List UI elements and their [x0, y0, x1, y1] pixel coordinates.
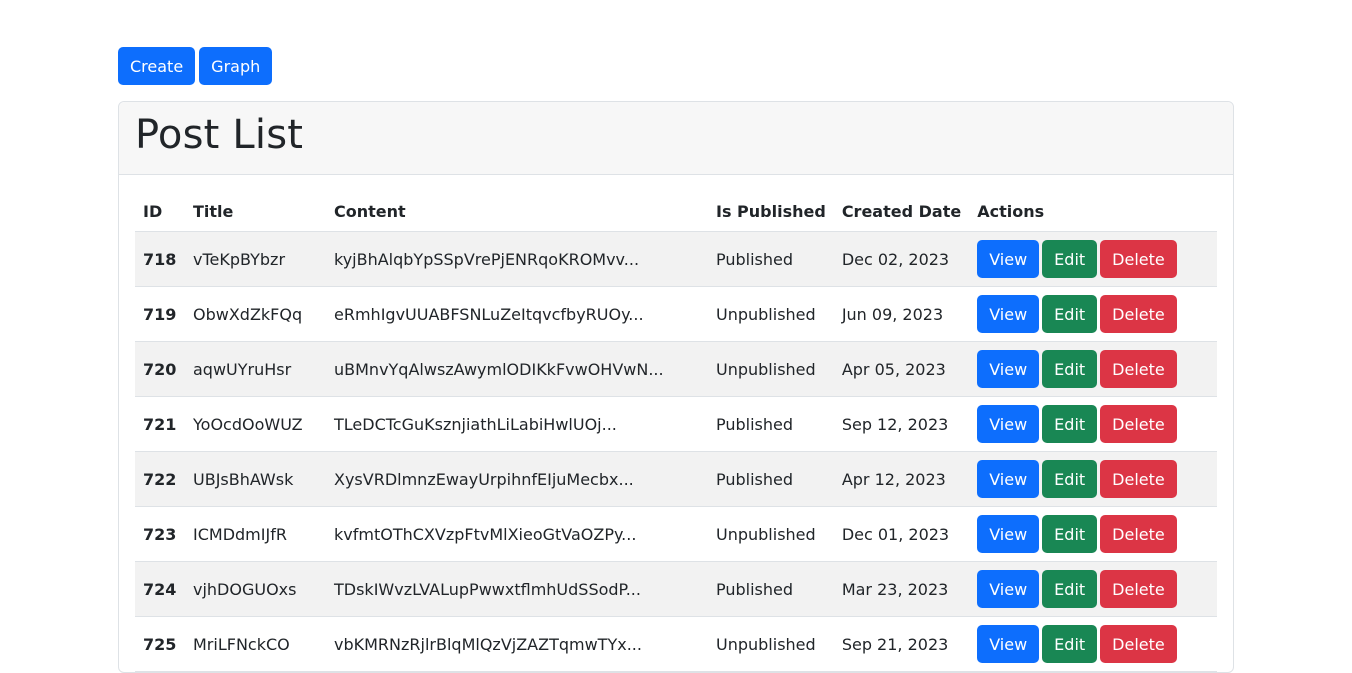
- table-row: 720 aqwUYruHsr uBMnvYqAlwszAwymlODIKkFvw…: [135, 341, 1217, 397]
- edit-button[interactable]: Edit: [1042, 515, 1098, 553]
- view-button[interactable]: View: [977, 240, 1040, 278]
- delete-button[interactable]: Delete: [1100, 625, 1177, 663]
- cell-status: Published: [708, 231, 834, 287]
- cell-actions: View Edit Delete: [969, 286, 1217, 342]
- header-actions: Actions: [969, 191, 1217, 232]
- cell-actions: View Edit Delete: [969, 451, 1217, 507]
- graph-button[interactable]: Graph: [199, 47, 273, 85]
- delete-button[interactable]: Delete: [1100, 295, 1177, 333]
- cell-title: UBJsBhAWsk: [185, 451, 326, 507]
- card-body: ID Title Content Is Published Created Da…: [119, 175, 1233, 672]
- cell-created-date: Dec 02, 2023: [833, 231, 970, 287]
- cell-title: YoOcdOoWUZ: [185, 396, 326, 452]
- delete-button[interactable]: Delete: [1100, 460, 1177, 498]
- cell-created-date: Dec 01, 2023: [833, 506, 970, 562]
- cell-actions: View Edit Delete: [969, 231, 1217, 287]
- cell-content: TLeDCTcGuKsznjiathLiLabiHwlUOj...: [326, 396, 708, 452]
- cell-status: Unpublished: [708, 506, 834, 562]
- edit-button[interactable]: Edit: [1042, 240, 1098, 278]
- header-id: ID: [135, 191, 185, 232]
- table-row: 718 vTeKpBYbzr kyjBhAlqbYpSSpVrePjENRqoK…: [135, 231, 1217, 287]
- cell-content: TDskIWvzLVALupPwwxtflmhUdSSodP...: [326, 561, 708, 617]
- table-row: 725 MriLFNckCO vbKMRNzRjlrBlqMlQzVjZAZTq…: [135, 616, 1217, 672]
- cell-title: vTeKpBYbzr: [185, 231, 326, 287]
- table-row: 721 YoOcdOoWUZ TLeDCTcGuKsznjiathLiLabiH…: [135, 396, 1217, 452]
- cell-actions: View Edit Delete: [969, 616, 1217, 672]
- view-button[interactable]: View: [977, 460, 1040, 498]
- cell-status: Published: [708, 396, 834, 452]
- cell-id: 723: [135, 506, 185, 562]
- cell-id: 719: [135, 286, 185, 342]
- cell-content: kyjBhAlqbYpSSpVrePjENRqoKROMvv...: [326, 231, 708, 287]
- cell-actions: View Edit Delete: [969, 506, 1217, 562]
- cell-id: 720: [135, 341, 185, 397]
- edit-button[interactable]: Edit: [1042, 570, 1098, 608]
- cell-created-date: Sep 12, 2023: [833, 396, 970, 452]
- cell-content: XysVRDlmnzEwayUrpihnfEIjuMecbx...: [326, 451, 708, 507]
- top-toolbar: Create Graph: [118, 47, 1234, 85]
- cell-content: uBMnvYqAlwszAwymlODIKkFvwOHVwN...: [326, 341, 708, 397]
- post-list-card: Post List ID Title Content Is Published …: [118, 101, 1234, 673]
- delete-button[interactable]: Delete: [1100, 405, 1177, 443]
- cell-actions: View Edit Delete: [969, 341, 1217, 397]
- cell-id: 722: [135, 451, 185, 507]
- view-button[interactable]: View: [977, 570, 1040, 608]
- cell-title: ObwXdZkFQq: [185, 286, 326, 342]
- edit-button[interactable]: Edit: [1042, 625, 1098, 663]
- cell-content: kvfmtOThCXVzpFtvMlXieoGtVaOZPy...: [326, 506, 708, 562]
- table-header-row: ID Title Content Is Published Created Da…: [135, 191, 1217, 232]
- delete-button[interactable]: Delete: [1100, 570, 1177, 608]
- edit-button[interactable]: Edit: [1042, 405, 1098, 443]
- header-title: Title: [185, 191, 326, 232]
- view-button[interactable]: View: [977, 405, 1040, 443]
- view-button[interactable]: View: [977, 625, 1040, 663]
- cell-created-date: Sep 21, 2023: [833, 616, 970, 672]
- delete-button[interactable]: Delete: [1100, 515, 1177, 553]
- cell-actions: View Edit Delete: [969, 561, 1217, 617]
- table-row: 719 ObwXdZkFQq eRmhIgvUUABFSNLuZeItqvcfb…: [135, 286, 1217, 342]
- cell-id: 718: [135, 231, 185, 287]
- cell-title: vjhDOGUOxs: [185, 561, 326, 617]
- cell-status: Published: [708, 561, 834, 617]
- table-row: 722 UBJsBhAWsk XysVRDlmnzEwayUrpihnfEIju…: [135, 451, 1217, 507]
- view-button[interactable]: View: [977, 295, 1040, 333]
- create-button[interactable]: Create: [118, 47, 196, 85]
- cell-title: aqwUYruHsr: [185, 341, 326, 397]
- header-is-published: Is Published: [708, 191, 834, 232]
- edit-button[interactable]: Edit: [1042, 295, 1098, 333]
- cell-id: 721: [135, 396, 185, 452]
- edit-button[interactable]: Edit: [1042, 460, 1098, 498]
- cell-status: Unpublished: [708, 616, 834, 672]
- header-created-date: Created Date: [833, 191, 970, 232]
- table-body: 718 vTeKpBYbzr kyjBhAlqbYpSSpVrePjENRqoK…: [135, 231, 1217, 672]
- table-row: 724 vjhDOGUOxs TDskIWvzLVALupPwwxtflmhUd…: [135, 561, 1217, 617]
- table-row: 723 ICMDdmIJfR kvfmtOThCXVzpFtvMlXieoGtV…: [135, 506, 1217, 562]
- cell-created-date: Mar 23, 2023: [833, 561, 970, 617]
- cell-id: 724: [135, 561, 185, 617]
- card-header: Post List: [119, 102, 1233, 175]
- cell-status: Unpublished: [708, 341, 834, 397]
- page-container: Create Graph Post List ID Title Content …: [118, 47, 1234, 673]
- cell-content: vbKMRNzRjlrBlqMlQzVjZAZTqmwTYx...: [326, 616, 708, 672]
- view-button[interactable]: View: [977, 350, 1040, 388]
- cell-created-date: Jun 09, 2023: [833, 286, 970, 342]
- edit-button[interactable]: Edit: [1042, 350, 1098, 388]
- cell-created-date: Apr 12, 2023: [833, 451, 970, 507]
- cell-status: Published: [708, 451, 834, 507]
- view-button[interactable]: View: [977, 515, 1040, 553]
- cell-id: 725: [135, 616, 185, 672]
- cell-content: eRmhIgvUUABFSNLuZeItqvcfbyRUOy...: [326, 286, 708, 342]
- cell-created-date: Apr 05, 2023: [833, 341, 970, 397]
- cell-status: Unpublished: [708, 286, 834, 342]
- cell-title: MriLFNckCO: [185, 616, 326, 672]
- page-title: Post List: [135, 112, 304, 158]
- delete-button[interactable]: Delete: [1100, 240, 1177, 278]
- cell-title: ICMDdmIJfR: [185, 506, 326, 562]
- cell-actions: View Edit Delete: [969, 396, 1217, 452]
- posts-table: ID Title Content Is Published Created Da…: [135, 191, 1217, 672]
- delete-button[interactable]: Delete: [1100, 350, 1177, 388]
- header-content: Content: [326, 191, 708, 232]
